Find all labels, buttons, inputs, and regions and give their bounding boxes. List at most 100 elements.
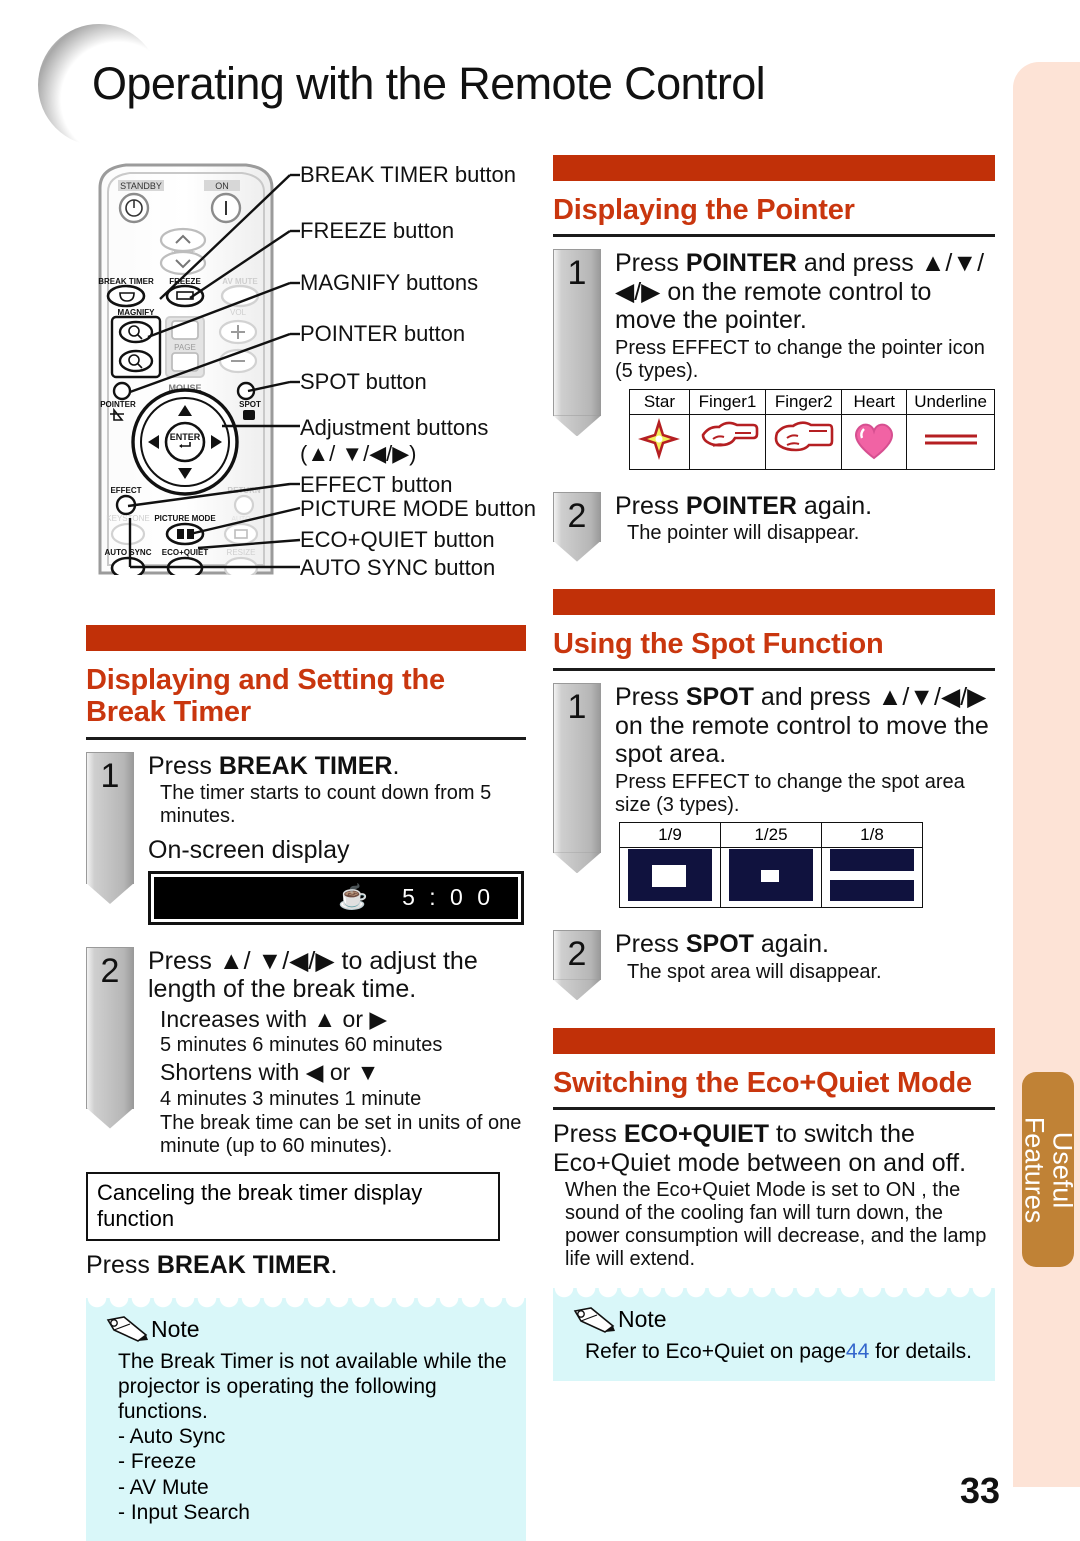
spot-header-1-9: 1/9 (619, 822, 721, 849)
callout-adjustment-buttons: Adjustment buttons (300, 415, 489, 440)
note-header: Note (571, 1306, 977, 1333)
eco-text-pre: Press (553, 1120, 624, 1149)
step-text-post: again. (753, 930, 829, 959)
svg-text:VOL: VOL (230, 308, 247, 317)
spot-preview-1-25 (729, 849, 813, 902)
pointer-header-underline: Underline (906, 388, 995, 415)
table-row (629, 413, 995, 470)
step-text-bold: POINTER (685, 491, 797, 520)
note-header: Note (104, 1316, 508, 1343)
break-timer-heading: Displaying and Setting the Break Timer (86, 664, 445, 729)
svg-text:AUTO SYNC: AUTO SYNC (105, 548, 152, 557)
side-tab-useful-features: Useful Features (1020, 1072, 1078, 1267)
svg-text:RETURN: RETURN (227, 486, 261, 495)
eco-quiet-section-bar (553, 1027, 995, 1054)
svg-text:SPOT: SPOT (239, 400, 261, 409)
spot-cell-1-25 (720, 847, 822, 909)
left-column: Displaying and Setting the Break Timer 1… (86, 625, 526, 1541)
svg-text:ON: ON (215, 181, 229, 191)
step-text-post: again. (796, 491, 873, 520)
note-item-2: - AV Mute (118, 1475, 209, 1499)
eco-quiet-rule (553, 1107, 995, 1111)
table-row (619, 847, 923, 909)
pointer-heading: Displaying the Pointer (553, 194, 855, 226)
svg-text:ENTER: ENTER (170, 432, 201, 442)
svg-text:EFFECT: EFFECT (110, 486, 141, 495)
cancel-break-timer-instruction: Press BREAK TIMER. (86, 1251, 526, 1280)
pointer-header-finger2: Finger2 (765, 388, 843, 415)
callout-adjustment-arrows: (▲/ ▼/◀/▶) (300, 441, 417, 466)
svg-text:MAGNIFY: MAGNIFY (118, 308, 156, 317)
step-number: 2 (567, 935, 587, 974)
spot-header-1-25: 1/25 (720, 822, 822, 849)
cancel-text-bold: BREAK TIMER (156, 1251, 331, 1280)
break-timer-footnote: The break time can be set in units of on… (160, 1112, 522, 1158)
callout-effect-button: EFFECT button (300, 472, 453, 497)
pointer-step-2: 2 Press POINTER again. The pointer will … (553, 491, 995, 562)
cancel-break-timer-caption: Canceling the break timer display functi… (86, 1172, 500, 1242)
note-body-pre: Refer to Eco+Quiet on page (585, 1340, 846, 1364)
svg-text:BREAK TIMER: BREAK TIMER (98, 277, 154, 286)
eco-quiet-sub: When the Eco+Quiet Mode is set to ON , t… (565, 1179, 987, 1270)
pointer-cell-finger2 (765, 413, 843, 470)
svg-text:STANDBY: STANDBY (120, 181, 162, 191)
pointer-step-2-main: Press POINTER again. (615, 492, 995, 521)
pointer-step-1-main: Press POINTER and press ▲/▼/◀/▶ on the r… (615, 249, 995, 335)
svg-text:FREEZE: FREEZE (169, 277, 201, 286)
break-timer-increase-values: 5 minutes 6 minutes 60 minutes (160, 1034, 443, 1057)
break-timer-step-1-main: Press BREAK TIMER. (148, 752, 526, 781)
step-text-bold: BREAK TIMER (218, 751, 393, 780)
eco-text-bold: ECO+QUIET (623, 1120, 770, 1149)
coffee-cup-icon: ☕ (338, 884, 369, 912)
page-title: Operating with the Remote Control (92, 58, 766, 109)
on-screen-display: ☕ 5 : 0 0 (148, 870, 524, 925)
svg-text:PAGE: PAGE (174, 343, 196, 352)
pencil-icon (573, 1307, 615, 1333)
cancel-text-pre: Press (86, 1251, 157, 1280)
break-timer-rule (86, 736, 526, 740)
step-badge-tail (86, 1107, 134, 1129)
heart-pointer-icon (855, 423, 894, 460)
callout-eco-quiet-button: ECO+QUIET button (300, 527, 495, 552)
page-reference[interactable]: 44 (846, 1340, 869, 1363)
step-badge-tail (553, 540, 601, 562)
step-badge-tail (553, 852, 601, 874)
step-badge-1: 1 (86, 751, 134, 904)
pointer-section-bar (553, 155, 995, 181)
break-timer-increase-label: Increases with ▲ or ▶ (160, 1005, 388, 1032)
step-badge-1: 1 (553, 683, 601, 874)
spot-size-table: 1/9 1/25 1/8 (619, 822, 923, 909)
callout-magnify-buttons: MAGNIFY buttons (300, 270, 479, 295)
step-badge-tail (553, 979, 601, 1001)
step-text-pre: Press (615, 930, 686, 959)
pointer-header-star: Star (629, 388, 690, 415)
break-timer-section-bar (86, 625, 526, 651)
step-text-pre: Press (615, 249, 686, 278)
step-badge-2: 2 (553, 930, 601, 1001)
svg-text:PICTURE MODE: PICTURE MODE (154, 514, 216, 523)
break-timer-step-1-sub: The timer starts to count down from 5 mi… (160, 782, 492, 828)
step-text-pre: Press (148, 751, 219, 780)
finger1-pointer-icon (701, 421, 758, 447)
remote-control-illustration: STANDBY ON INPUT BREAK TIMER FREEZE AV M… (86, 160, 286, 580)
right-margin-band (1013, 62, 1080, 1487)
callout-auto-sync-button: AUTO SYNC button (300, 555, 496, 580)
pointer-step-1: 1 Press POINTER and press ▲/▼/◀/▶ on the… (553, 249, 995, 470)
note-body: The Break Timer is not available while t… (118, 1349, 507, 1423)
note-body: Refer to Eco+Quiet on page44 for details… (585, 1339, 977, 1364)
pointer-cell-heart (841, 413, 908, 470)
callout-pointer-button: POINTER button (300, 321, 466, 346)
callout-picture-mode-button: PICTURE MODE button (300, 496, 536, 521)
break-timer-note: Note The Break Timer is not available wh… (86, 1297, 526, 1541)
osd-label: On-screen display (148, 836, 350, 865)
step-number: 2 (567, 496, 587, 535)
pencil-icon (106, 1316, 148, 1342)
spot-step-2: 2 Press SPOT again. The spot area will d… (553, 930, 995, 1001)
note-title: Note (618, 1306, 667, 1333)
step-badge-2: 2 (86, 946, 134, 1129)
page-number: 33 (960, 1470, 1001, 1511)
step-number: 2 (100, 951, 120, 990)
page-header: Operating with the Remote Control (0, 0, 1080, 150)
right-column: Displaying the Pointer 1 Press POINTER a… (553, 155, 995, 1381)
step-number: 1 (100, 756, 120, 795)
